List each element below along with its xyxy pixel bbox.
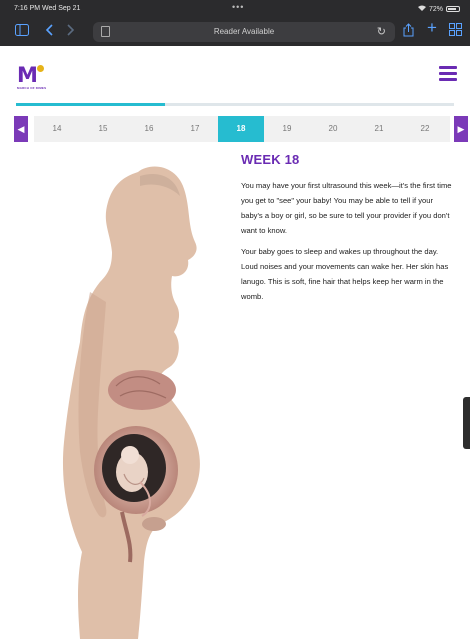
tabs-icon[interactable] (449, 23, 462, 39)
wifi-icon (417, 5, 426, 13)
week-15[interactable]: 15 (80, 116, 126, 142)
share-icon[interactable] (403, 23, 414, 40)
reload-icon[interactable]: ↻ (377, 25, 386, 38)
status-right: 72% (417, 5, 460, 13)
browser-chrome: 7:16 PM Wed Sep 21 ••• 72% Reader Availa… (0, 0, 470, 46)
logo-subtext: MARCH OF DIMES (17, 86, 47, 90)
week-17[interactable]: 17 (172, 116, 218, 142)
article-title: WEEK 18 (241, 152, 300, 167)
status-time: 7:16 PM Wed Sep 21 (14, 5, 81, 12)
address-bar[interactable]: Reader Available ↻ (93, 22, 395, 42)
pregnancy-progress-bar (16, 103, 454, 106)
week-16[interactable]: 16 (126, 116, 172, 142)
battery-percent: 72% (428, 5, 443, 13)
article-paragraph: You may have your first ultrasound this … (241, 181, 452, 235)
march-of-dimes-logo[interactable]: M MARCH OF DIMES (17, 65, 47, 91)
week-18[interactable]: 18 (218, 116, 264, 142)
week-article: WEEK 18 You may have your first ultrasou… (241, 152, 456, 310)
hamburger-icon[interactable] (439, 66, 457, 84)
week-list: 14 15 16 17 18 19 20 21 22 (34, 116, 450, 142)
week-20[interactable]: 20 (310, 116, 356, 142)
address-bar-label: Reader Available (213, 27, 275, 36)
battery-icon (446, 6, 460, 12)
sidebar-icon[interactable] (15, 23, 29, 39)
chevron-right-icon[interactable]: ▶ (454, 116, 468, 142)
week-19[interactable]: 19 (264, 116, 310, 142)
side-panel-handle[interactable] (463, 397, 470, 449)
article-paragraph: Your baby goes to sleep and wakes up thr… (241, 247, 449, 301)
progress-fill (16, 103, 165, 106)
new-tab-icon[interactable]: + (427, 19, 437, 36)
week-21[interactable]: 21 (356, 116, 402, 142)
forward-icon[interactable] (67, 23, 75, 39)
back-icon[interactable] (45, 23, 53, 39)
week-22[interactable]: 22 (402, 116, 448, 142)
logo-mark: M (17, 65, 46, 86)
pregnant-woman-illustration (50, 152, 250, 639)
week-14[interactable]: 14 (34, 116, 80, 142)
browser-toolbar: Reader Available ↻ + (0, 18, 470, 46)
multitasking-dots[interactable]: ••• (232, 2, 244, 12)
site-header: M MARCH OF DIMES (0, 46, 470, 102)
chevron-left-icon[interactable]: ◀ (14, 116, 28, 142)
week-navigation: ◀ 14 15 16 17 18 19 20 21 22 ▶ (14, 116, 468, 142)
status-bar: 7:16 PM Wed Sep 21 ••• 72% (0, 0, 470, 16)
